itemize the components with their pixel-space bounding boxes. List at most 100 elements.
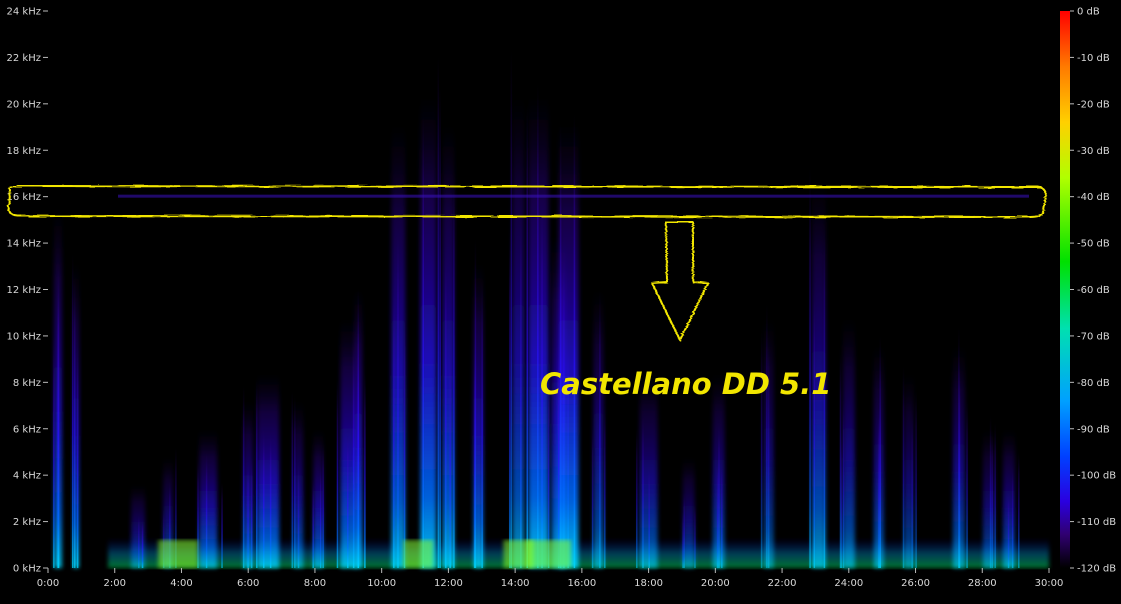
energy-cluster xyxy=(526,540,571,568)
energy-line xyxy=(319,464,322,568)
y-tick-label: 10 kHz xyxy=(7,331,41,342)
energy-line xyxy=(269,431,272,568)
y-tick-label: 14 kHz xyxy=(7,239,41,250)
energy-line xyxy=(642,413,644,568)
x-tick-label: 14:00 xyxy=(501,578,530,589)
energy-burst xyxy=(199,428,218,568)
energy-line xyxy=(347,429,349,568)
energy-line xyxy=(636,428,638,568)
energy-line xyxy=(73,271,76,568)
colorbar-tick-label: 0 dB xyxy=(1077,7,1100,18)
energy-line xyxy=(813,288,816,568)
energy-line xyxy=(71,253,74,569)
energy-line xyxy=(842,396,845,568)
colorbar-tick-label: -60 dB xyxy=(1077,285,1110,296)
energy-line xyxy=(591,425,594,568)
energy-line xyxy=(721,460,723,568)
colorbar-gradient xyxy=(1060,11,1070,568)
energy-line xyxy=(718,422,720,568)
energy-line xyxy=(760,328,763,568)
x-tick-label: 20:00 xyxy=(701,578,730,589)
energy-burst xyxy=(593,289,604,568)
energy-line xyxy=(205,452,208,568)
x-tick-label: 24:00 xyxy=(834,578,863,589)
energy-line xyxy=(322,443,324,568)
energy-line xyxy=(509,229,511,569)
x-tick-label: 0:00 xyxy=(37,578,59,589)
energy-line xyxy=(879,400,881,568)
energy-line xyxy=(393,281,395,568)
energy-line xyxy=(682,512,684,568)
y-tick-label: 6 kHz xyxy=(13,424,41,435)
energy-line xyxy=(911,412,913,568)
energy-line xyxy=(445,249,447,569)
y-tick-label: 20 kHz xyxy=(7,99,41,110)
band-line xyxy=(118,194,1029,198)
colorbar-tick-label: -20 dB xyxy=(1077,99,1110,110)
energy-line xyxy=(453,174,455,568)
energy-line xyxy=(336,380,339,568)
energy-line xyxy=(141,518,144,568)
energy-cluster xyxy=(158,540,199,568)
x-tick-label: 12:00 xyxy=(434,578,463,589)
energy-line xyxy=(262,429,265,568)
energy-line xyxy=(474,239,477,568)
energy-line xyxy=(364,374,366,568)
energy-line xyxy=(449,338,451,568)
x-tick-label: 2:00 xyxy=(103,578,125,589)
spectrogram-chart: 0 kHz 2 kHz 4 kHz 6 kHz 8 kHz 10 kHz 12 kHz 14 … xyxy=(0,0,1121,600)
energy-line xyxy=(716,457,719,568)
y-tick-label: 24 kHz xyxy=(7,7,41,18)
energy-burst xyxy=(982,428,995,568)
annotation-label: Castellano DD 5.1 xyxy=(540,367,831,401)
energy-line xyxy=(437,56,440,569)
energy-line xyxy=(403,309,406,568)
energy-line xyxy=(53,333,55,568)
y-tick-label: 8 kHz xyxy=(13,378,41,389)
energy-line xyxy=(242,385,245,568)
energy-line xyxy=(694,503,696,568)
energy-line xyxy=(526,105,528,568)
energy-line xyxy=(915,391,917,568)
energy-line xyxy=(573,112,576,568)
y-tick-label: 22 kHz xyxy=(7,53,41,64)
colorbar-tick-label: -10 dB xyxy=(1077,53,1110,64)
energy-line xyxy=(994,421,996,568)
energy-line xyxy=(958,362,961,568)
energy-line xyxy=(510,49,513,569)
energy-line xyxy=(648,464,650,568)
colorbar-ticks: 0 dB -10 dB -20 dB -30 dB -40 dB -50 dB -60 dB… xyxy=(1070,7,1116,575)
energy-line xyxy=(352,345,355,568)
energy-line xyxy=(256,380,258,568)
energy-line xyxy=(138,514,140,568)
y-tick-label: 12 kHz xyxy=(7,285,41,296)
energy-line xyxy=(221,482,223,568)
energy-line xyxy=(1011,465,1014,568)
energy-line xyxy=(839,352,842,568)
energy-line xyxy=(599,289,601,568)
spectrogram-svg: 0 kHz 2 kHz 4 kHz 6 kHz 8 kHz 10 kHz 12 kHz 14 … xyxy=(7,7,1117,590)
energy-burst xyxy=(313,428,324,568)
energy-line xyxy=(877,406,880,568)
energy-burst xyxy=(512,94,525,569)
x-tick-label: 26:00 xyxy=(901,578,930,589)
y-tick-label: 2 kHz xyxy=(13,517,41,528)
colorbar-tick-label: -90 dB xyxy=(1077,424,1110,435)
colorbar-tick-label: -70 dB xyxy=(1077,331,1110,342)
x-tick-label: 28:00 xyxy=(968,578,997,589)
plot-area xyxy=(48,11,1049,569)
energy-line xyxy=(537,83,539,568)
energy-line xyxy=(766,302,768,568)
energy-line xyxy=(559,123,562,569)
energy-line xyxy=(481,279,483,568)
x-tick-label: 8:00 xyxy=(304,578,326,589)
colorbar-tick-label: -80 dB xyxy=(1077,378,1110,389)
energy-line xyxy=(250,456,253,568)
energy-line xyxy=(397,227,399,568)
energy-burst xyxy=(257,373,280,568)
frequency-axis: 0 kHz 2 kHz 4 kHz 6 kHz 8 kHz 10 kHz 12 kHz 14 … xyxy=(7,7,48,575)
colorbar: 0 dB -10 dB -20 dB -30 dB -40 dB -50 dB -60 dB… xyxy=(1060,7,1116,575)
energy-burst xyxy=(442,122,455,569)
x-tick-label: 6:00 xyxy=(237,578,259,589)
energy-line xyxy=(422,113,425,569)
